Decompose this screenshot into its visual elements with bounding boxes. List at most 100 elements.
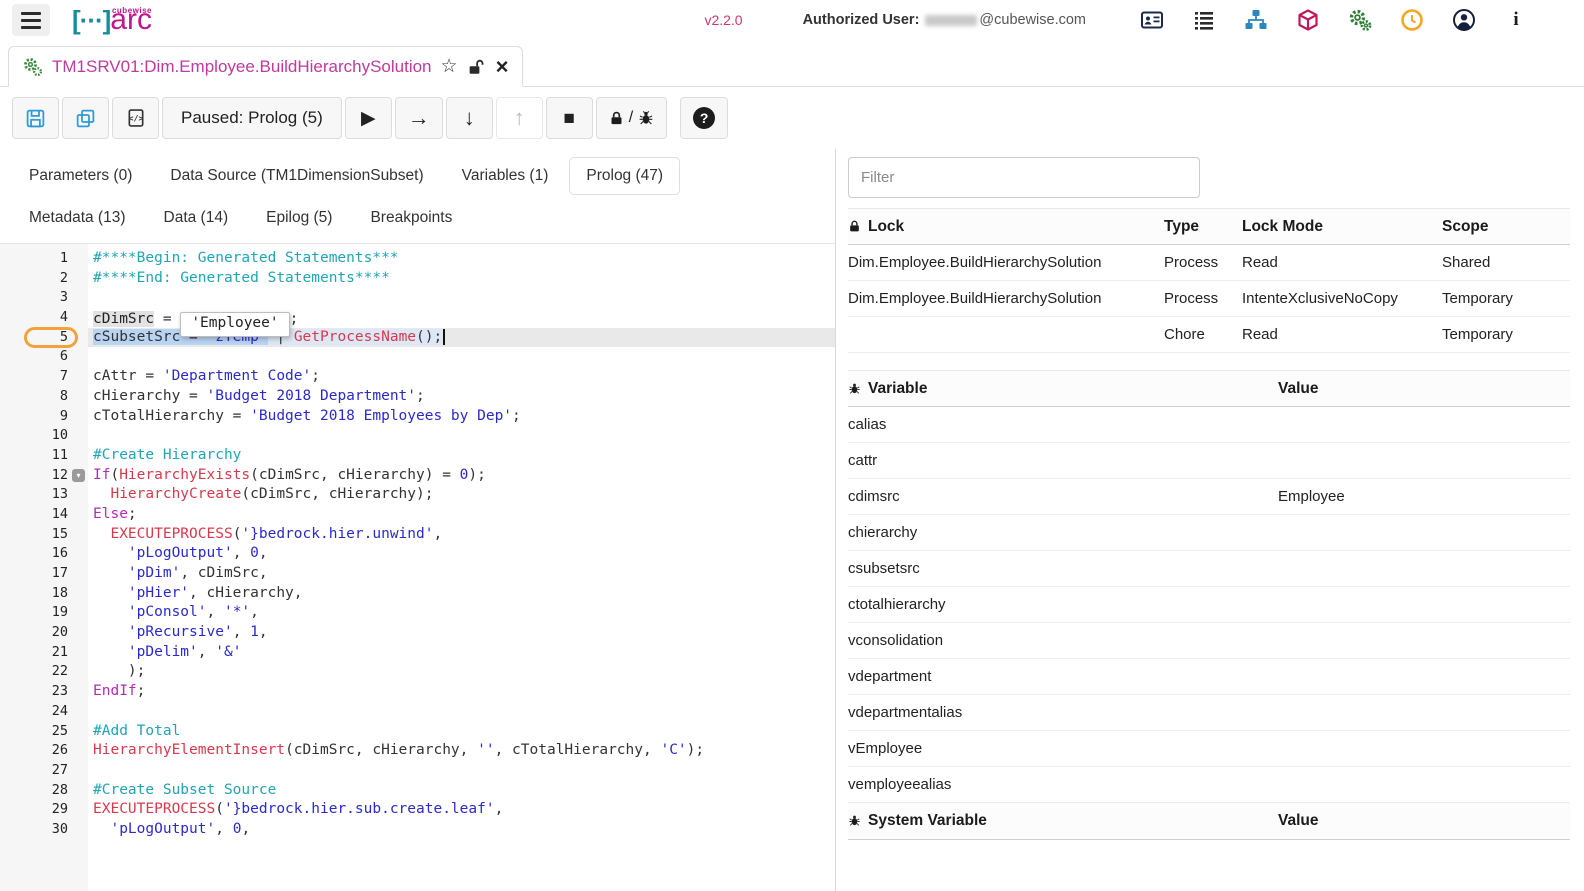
document-tab[interactable]: TM1SRV01:Dim.Employee.BuildHierarchySolu…	[8, 46, 523, 87]
code-line[interactable]: 6	[0, 347, 835, 367]
line-number[interactable]: 20	[0, 623, 88, 643]
list-icon[interactable]	[1192, 8, 1216, 32]
code-line[interactable]: 22 );	[0, 662, 835, 682]
code-line[interactable]: 30 'pLogOutput', 0,	[0, 820, 835, 840]
line-number[interactable]: 3	[0, 288, 88, 308]
line-number[interactable]: 2	[0, 269, 88, 289]
line-number[interactable]: 26	[0, 741, 88, 761]
cube-icon[interactable]	[1296, 8, 1320, 32]
code-line[interactable]: 19 'pConsol', '*',	[0, 603, 835, 623]
code-line[interactable]: 24	[0, 702, 835, 722]
code-line[interactable]: 29EXECUTEPROCESS('}bedrock.hier.sub.crea…	[0, 800, 835, 820]
step-out-button[interactable]: ↑	[496, 97, 543, 139]
clock-icon[interactable]	[1400, 8, 1424, 32]
line-number[interactable]: 21	[0, 643, 88, 663]
code-line[interactable]: 14Else;	[0, 505, 835, 525]
code-line[interactable]: 25#Add Total	[0, 722, 835, 742]
id-card-icon[interactable]	[1140, 8, 1164, 32]
line-number[interactable]: 6	[0, 347, 88, 367]
copy-button[interactable]	[62, 97, 109, 139]
close-tab-icon[interactable]: ×	[496, 56, 509, 78]
line-number[interactable]: 25	[0, 722, 88, 742]
line-number[interactable]: 30	[0, 820, 88, 840]
gears-icon[interactable]	[1348, 8, 1372, 32]
sitemap-icon[interactable]	[1244, 8, 1268, 32]
line-number[interactable]: 11	[0, 446, 88, 466]
unlock-icon[interactable]	[467, 58, 485, 76]
line-number[interactable]: 24	[0, 702, 88, 722]
code-line[interactable]: 23EndIf;	[0, 682, 835, 702]
step-over-button[interactable]: →	[395, 97, 443, 139]
user-icon[interactable]	[1452, 8, 1476, 32]
line-number[interactable]: 7	[0, 367, 88, 387]
tab-breakpoints[interactable]: Breakpoints	[353, 199, 469, 237]
tab-variables[interactable]: Variables (1)	[445, 157, 566, 195]
code-line[interactable]: 2#****End: Generated Statements****	[0, 269, 835, 289]
code-line[interactable]: 20 'pRecursive', 1,	[0, 623, 835, 643]
code-line[interactable]: 28#Create Subset Source	[0, 781, 835, 801]
variable-row: vdepartmentalias	[848, 695, 1570, 731]
process-gears-icon	[23, 57, 43, 77]
line-number[interactable]: 22	[0, 662, 88, 682]
stop-button[interactable]: ■	[546, 97, 593, 139]
code-line[interactable]: 10	[0, 426, 835, 446]
logo-brackets: [···]	[72, 5, 110, 36]
save-button[interactable]	[12, 97, 59, 139]
code-line[interactable]: 17 'pDim', cDimSrc,	[0, 564, 835, 584]
code-line[interactable]: 9cTotalHierarchy = 'Budget 2018 Employee…	[0, 407, 835, 427]
line-number[interactable]: 19	[0, 603, 88, 623]
code-line[interactable]: 15 EXECUTEPROCESS('}bedrock.hier.unwind'…	[0, 525, 835, 545]
fold-marker-icon[interactable]: ▾	[72, 469, 85, 482]
line-number[interactable]: 16	[0, 544, 88, 564]
line-number[interactable]: 15	[0, 525, 88, 545]
code-editor[interactable]: 1#****Begin: Generated Statements***2#**…	[0, 244, 835, 891]
info-icon[interactable]: i	[1504, 8, 1528, 32]
code-line[interactable]: 13 HierarchyCreate(cDimSrc, cHierarchy);	[0, 485, 835, 505]
run-button[interactable]: ▶	[345, 97, 392, 139]
line-number[interactable]: 18	[0, 584, 88, 604]
code-line[interactable]: 26HierarchyElementInsert(cDimSrc, cHiera…	[0, 741, 835, 761]
step-into-button[interactable]: ↓	[446, 97, 493, 139]
code-line[interactable]: 27	[0, 761, 835, 781]
tab-parameters[interactable]: Parameters (0)	[12, 157, 149, 195]
filter-input[interactable]	[848, 157, 1200, 198]
tab-prolog[interactable]: Prolog (47)	[569, 157, 680, 195]
code-line[interactable]: 16 'pLogOutput', 0,	[0, 544, 835, 564]
line-number[interactable]: 27	[0, 761, 88, 781]
code-line[interactable]: 12▾If(HierarchyExists(cDimSrc, cHierarch…	[0, 466, 835, 486]
debug-toolbar: </> Paused: Prolog (5) ▶ → ↓ ↑ ■ / ?	[0, 87, 1584, 149]
code-line[interactable]: 1#****Begin: Generated Statements***	[0, 249, 835, 269]
line-number[interactable]: 1	[0, 249, 88, 269]
tab-metadata[interactable]: Metadata (13)	[12, 199, 143, 237]
code-line[interactable]: 11#Create Hierarchy	[0, 446, 835, 466]
line-number[interactable]: 9	[0, 407, 88, 427]
lock-row: Dim.Employee.BuildHierarchySolutionProce…	[848, 281, 1570, 317]
line-number[interactable]: 29	[0, 800, 88, 820]
tab-data[interactable]: Data (14)	[147, 199, 246, 237]
line-number[interactable]: 8	[0, 387, 88, 407]
topbar: [···] arccubewise v2.2.0 Authorized User…	[0, 0, 1584, 40]
view-source-button[interactable]: </>	[112, 97, 159, 139]
line-number[interactable]: 13	[0, 485, 88, 505]
line-number[interactable]: 17	[0, 564, 88, 584]
tab-data-source[interactable]: Data Source (TM1DimensionSubset)	[153, 157, 440, 195]
code-line[interactable]: 5cSubsetSrc = 'zTemp' | GetProcessName()…	[0, 328, 835, 348]
hamburger-menu-icon[interactable]	[12, 4, 50, 36]
line-number[interactable]: 28	[0, 781, 88, 801]
line-number[interactable]: 23	[0, 682, 88, 702]
code-line[interactable]: 4cDimSrc = 'Employee';	[0, 308, 835, 328]
line-number[interactable]: 10	[0, 426, 88, 446]
line-number[interactable]: 5	[0, 328, 88, 348]
code-line[interactable]: 18 'pHier', cHierarchy,	[0, 584, 835, 604]
code-line[interactable]: 3	[0, 288, 835, 308]
code-line[interactable]: 7cAttr = 'Department Code';	[0, 367, 835, 387]
line-number[interactable]: 14	[0, 505, 88, 525]
favorite-star-icon[interactable]: ☆	[441, 57, 458, 76]
tab-epilog[interactable]: Epilog (5)	[249, 199, 349, 237]
lock-debug-button[interactable]: /	[596, 97, 667, 139]
help-button[interactable]: ?	[680, 97, 728, 139]
line-number[interactable]: 12▾	[0, 466, 88, 486]
code-line[interactable]: 21 'pDelim', '&'	[0, 643, 835, 663]
line-number[interactable]: 4	[0, 308, 88, 328]
code-line[interactable]: 8cHierarchy = 'Budget 2018 Department';	[0, 387, 835, 407]
